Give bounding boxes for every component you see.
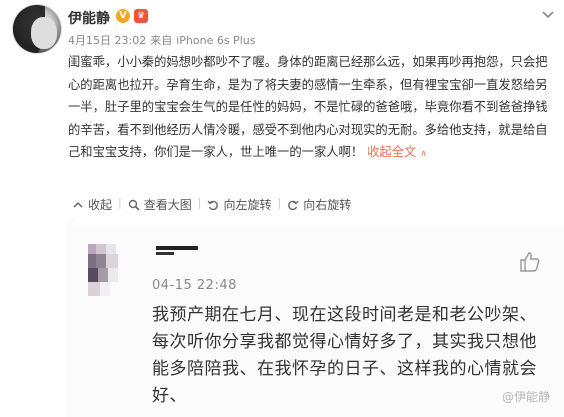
collapse-label: 收起 — [88, 198, 113, 212]
avatar[interactable] — [12, 4, 62, 54]
avatar-face — [31, 17, 57, 49]
rotate-right-button[interactable]: 向右旋转 — [281, 196, 357, 213]
collapse-icon — [73, 201, 83, 208]
magnifier-icon — [128, 199, 140, 211]
post-date[interactable]: 4月15日 23:02 — [68, 34, 146, 47]
image-top-edge — [76, 218, 564, 225]
source-prefix: 来自 — [150, 34, 173, 47]
rotate-left-icon — [207, 200, 219, 210]
pixelated-avatar — [88, 244, 126, 298]
redacted-username-2 — [156, 252, 174, 255]
post-meta: 4月15日 23:02 来自 iPhone 6s Plus — [68, 32, 259, 48]
chevron-down-icon[interactable] — [540, 6, 556, 22]
rotate-right-label: 向右旋转 — [303, 198, 352, 212]
rotate-left-button[interactable]: 向左旋转 — [201, 196, 277, 213]
image-toolbar: 收起 | 查看大图 | 向左旋转 | 向右旋转 — [66, 196, 357, 213]
image-message: 我预产期在七月、现在这段时间老是和老公吵架、每次听你分享我都觉得心情好多了，其实… — [152, 305, 537, 406]
collapse-full-text-link[interactable]: 收起全文 ∧ — [367, 145, 427, 159]
rotate-right-icon — [288, 200, 299, 210]
post-image[interactable]: 04-15 22:48 我预产期在七月、现在这段时间老是和老公吵架、每次听你分享… — [66, 218, 564, 417]
rotate-left-label: 向左旋转 — [223, 198, 272, 212]
verified-icon: V — [116, 9, 130, 23]
post-text: 闺蜜乖，小小秦的妈想吵都吵不了喔。身体的距离已经那么远，如果再吵再抱怨，只会把心… — [68, 51, 554, 166]
weibo-watermark: @伊能静 — [502, 390, 551, 404]
collapse-button[interactable]: 收起 — [66, 196, 118, 213]
thumbs-up-icon — [520, 252, 540, 272]
author-name[interactable]: 伊能静 — [68, 8, 110, 28]
redacted-username — [156, 246, 198, 250]
image-timestamp: 04-15 22:48 — [152, 278, 237, 293]
view-large-label: 查看大图 — [143, 198, 192, 212]
post-source[interactable]: iPhone 6s Plus — [176, 34, 255, 47]
post-body: 闺蜜乖，小小秦的妈想吵都吵不了喔。身体的距离已经那么远，如果再吵再抱怨，只会把心… — [68, 55, 548, 159]
weibo-member-icon: ♛ — [134, 9, 148, 23]
view-large-button[interactable]: 查看大图 — [122, 196, 198, 213]
